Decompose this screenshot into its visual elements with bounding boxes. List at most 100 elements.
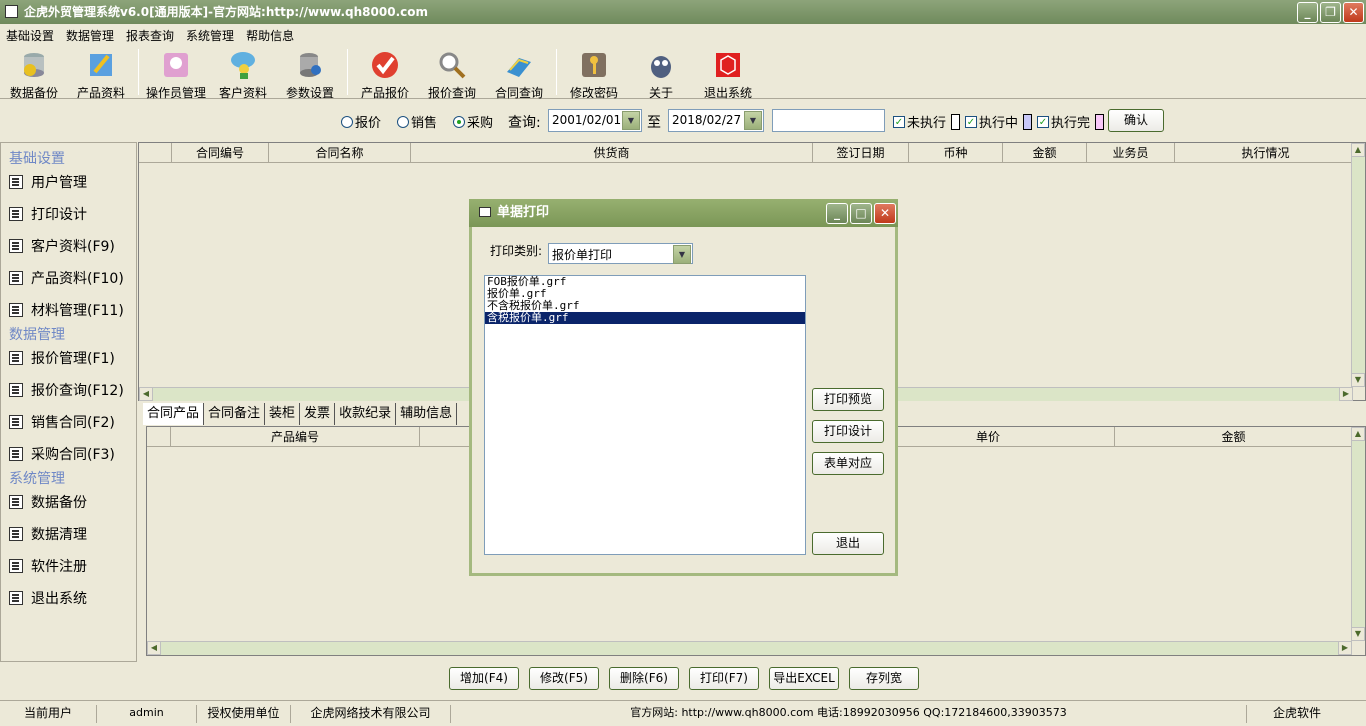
delete-button[interactable]: 删除(F6) [609, 667, 679, 690]
menu-help[interactable]: 帮助信息 [240, 25, 300, 45]
toolbar-customer-button[interactable]: 客户资料 [210, 47, 276, 100]
scroll-right-icon[interactable]: ▶ [1338, 641, 1352, 655]
scroll-down-icon[interactable]: ▼ [1351, 373, 1365, 387]
print-design-button[interactable]: 打印设计 [812, 420, 884, 443]
col-currency[interactable]: 币种 [909, 143, 1003, 163]
print-template-list[interactable]: FOB报价单.grf 报价单.grf 不含税报价单.grf 含税报价单.grf [484, 275, 806, 555]
toolbar-quote-button[interactable]: 产品报价 [352, 47, 418, 100]
scroll-left-icon[interactable]: ◀ [139, 387, 153, 401]
menu-system[interactable]: 系统管理 [180, 25, 240, 45]
check-not-executed[interactable]: ✓ 未执行 [893, 112, 961, 131]
col-supplier[interactable]: 供货商 [411, 143, 813, 163]
tab-container[interactable]: 装柜 [265, 403, 301, 425]
save-column-width-button[interactable]: 存列宽 [849, 667, 919, 690]
vertical-scrollbar[interactable]: ▲ ▼ [1351, 143, 1365, 387]
sidebar-item-register[interactable]: 软件注册 [9, 556, 87, 576]
list-item-selected[interactable]: 含税报价单.grf [485, 312, 805, 324]
radio-quote[interactable]: 报价 [341, 112, 381, 131]
scroll-right-icon[interactable]: ▶ [1339, 387, 1353, 401]
col-amount[interactable]: 金额 [1003, 143, 1087, 163]
toolbar-about-button[interactable]: 关于 [628, 47, 694, 100]
tab-contract-products[interactable]: 合同产品 [143, 403, 205, 425]
sidebar-item-sales-contract[interactable]: 销售合同(F2) [9, 412, 115, 432]
radio-purchase[interactable]: 采购 [453, 112, 493, 131]
col-salesman[interactable]: 业务员 [1087, 143, 1175, 163]
status-bar: 当前用户 admin 授权使用单位 企虎网络技术有限公司 官方网站: http:… [0, 700, 1366, 724]
window-title: 企虎外贸管理系统v6.0[通用版本]-官方网站:http://www.qh800… [24, 5, 428, 19]
scroll-left-icon[interactable]: ◀ [147, 641, 161, 655]
close-button[interactable]: ✕ [1343, 2, 1364, 23]
print-type-select[interactable]: 报价单打印 ▼ [548, 243, 693, 264]
color-swatch-executing [1023, 113, 1033, 130]
edit-button[interactable]: 修改(F5) [529, 667, 599, 690]
tab-invoice[interactable]: 发票 [300, 403, 336, 425]
dialog-exit-button[interactable]: 退出 [812, 532, 884, 555]
sidebar-item-quote-mgmt[interactable]: 报价管理(F1) [9, 348, 115, 368]
sidebar-item-users[interactable]: 用户管理 [9, 172, 87, 192]
col-unit-price[interactable]: 单价 [862, 427, 1115, 447]
toolbar-password-button[interactable]: 修改密码 [561, 47, 627, 100]
keyword-input[interactable] [772, 109, 885, 132]
radio-purchase-indicator[interactable] [453, 115, 465, 128]
sidebar-item-purchase-contract[interactable]: 采购合同(F3) [9, 444, 115, 464]
dialog-maximize-button[interactable]: □ [850, 203, 872, 224]
col-contract-name[interactable]: 合同名称 [269, 143, 411, 163]
minimize-button[interactable]: _ [1297, 2, 1318, 23]
sidebar-item-print-design[interactable]: 打印设计 [9, 204, 87, 224]
tab-payments[interactable]: 收款纪录 [335, 403, 397, 425]
chevron-down-icon[interactable]: ▼ [673, 245, 691, 264]
toolbar-backup-button[interactable]: 数据备份 [1, 47, 67, 100]
confirm-button[interactable]: 确认 [1108, 109, 1164, 132]
checkbox-executed[interactable]: ✓ [1037, 115, 1049, 128]
sidebar-item-products[interactable]: 产品资料(F10) [9, 268, 124, 288]
export-excel-button[interactable]: 导出EXCEL [769, 667, 839, 690]
scroll-down-icon[interactable]: ▼ [1351, 627, 1365, 641]
col-product-amount[interactable]: 金额 [1115, 427, 1353, 447]
checkbox-executing[interactable]: ✓ [965, 115, 977, 128]
toolbar-contract-query-button[interactable]: 合同查询 [486, 47, 552, 100]
horizontal-scrollbar[interactable]: ◀ ▶ [147, 641, 1352, 655]
sidebar-item-exit[interactable]: 退出系统 [9, 588, 87, 608]
check-executed[interactable]: ✓ 执行完 [1037, 112, 1105, 131]
sidebar-item-customers[interactable]: 客户资料(F9) [9, 236, 115, 256]
col-sign-date[interactable]: 签订日期 [813, 143, 909, 163]
tab-contract-notes[interactable]: 合同备注 [204, 403, 266, 425]
sidebar-item-cleanup[interactable]: 数据清理 [9, 524, 87, 544]
sidebar-item-quote-query[interactable]: 报价查询(F12) [9, 380, 124, 400]
print-preview-button[interactable]: 打印预览 [812, 388, 884, 411]
check-executing[interactable]: ✓ 执行中 [965, 112, 1033, 131]
chevron-down-icon[interactable]: ▼ [744, 111, 762, 130]
menu-data[interactable]: 数据管理 [60, 25, 120, 45]
sidebar-item-materials[interactable]: 材料管理(F11) [9, 300, 124, 320]
date-from-field[interactable]: 2001/02/01 ▼ [548, 109, 642, 132]
date-to-field[interactable]: 2018/02/27 ▼ [668, 109, 764, 132]
scroll-up-icon[interactable]: ▲ [1351, 143, 1365, 157]
customer-icon [227, 49, 259, 81]
radio-sales-indicator[interactable] [397, 115, 409, 128]
vertical-scrollbar[interactable]: ▲ ▼ [1351, 427, 1365, 641]
radio-sales[interactable]: 销售 [397, 112, 437, 131]
form-mapping-button[interactable]: 表单对应 [812, 452, 884, 475]
print-button[interactable]: 打印(F7) [689, 667, 759, 690]
scroll-up-icon[interactable]: ▲ [1351, 427, 1365, 441]
toolbar-operator-button[interactable]: 操作员管理 [143, 47, 209, 100]
tab-aux-info[interactable]: 辅助信息 [396, 403, 458, 425]
app-window: 企虎外贸管理系统v6.0[通用版本]-官方网站:http://www.qh800… [0, 0, 1366, 726]
toolbar-settings-button[interactable]: 参数设置 [277, 47, 343, 100]
dialog-close-button[interactable]: ✕ [874, 203, 896, 224]
checkbox-not-executed[interactable]: ✓ [893, 115, 905, 128]
col-status[interactable]: 执行情况 [1175, 143, 1357, 163]
dialog-minimize-button[interactable]: _ [826, 203, 848, 224]
add-button[interactable]: 增加(F4) [449, 667, 519, 690]
toolbar-quote-query-button[interactable]: 报价查询 [419, 47, 485, 100]
toolbar-product-button[interactable]: 产品资料 [68, 47, 134, 100]
sidebar-item-backup[interactable]: 数据备份 [9, 492, 87, 512]
restore-button[interactable]: ❐ [1320, 2, 1341, 23]
chevron-down-icon[interactable]: ▼ [622, 111, 640, 130]
col-product-no[interactable]: 产品编号 [171, 427, 420, 447]
col-contract-no[interactable]: 合同编号 [172, 143, 269, 163]
menu-basic[interactable]: 基础设置 [0, 25, 60, 45]
radio-quote-indicator[interactable] [341, 115, 353, 128]
toolbar-exit-button[interactable]: 退出系统 [695, 47, 761, 100]
menu-report[interactable]: 报表查询 [120, 25, 180, 45]
